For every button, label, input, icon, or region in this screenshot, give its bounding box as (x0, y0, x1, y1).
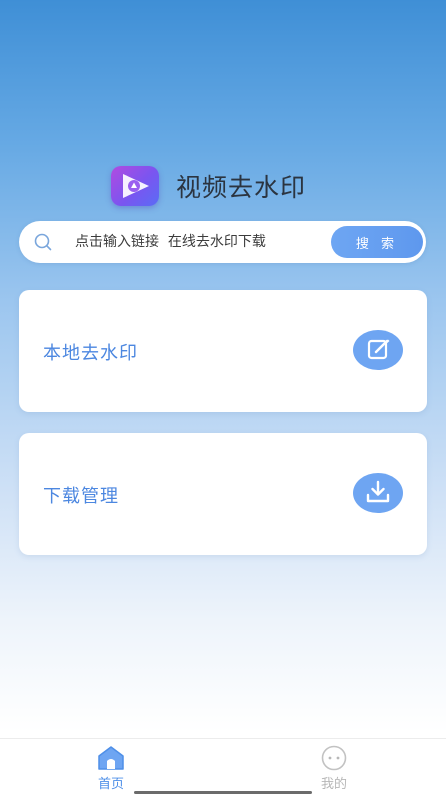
local-watermark-card[interactable]: 本地去水印 (19, 290, 427, 412)
local-watermark-label: 本地去水印 (43, 343, 138, 364)
app-header: 视频去水印 (0, 164, 446, 208)
search-bar: 搜 索 (19, 221, 426, 263)
home-indicator (134, 791, 312, 794)
edit-icon[interactable] (353, 330, 403, 370)
search-icon (33, 232, 53, 256)
download-icon[interactable] (353, 473, 403, 513)
app-title: 视频去水印 (176, 173, 307, 202)
download-manager-label: 下载管理 (43, 486, 119, 507)
download-manager-card[interactable]: 下载管理 (19, 433, 427, 555)
tab-home[interactable]: 首页 (81, 745, 141, 795)
video-play-logo-icon (111, 166, 159, 206)
home-icon (98, 746, 124, 770)
tab-home-label: 首页 (97, 777, 124, 792)
search-button[interactable]: 搜 索 (331, 226, 423, 258)
bottom-tab-bar: 首页 我的 (0, 738, 446, 797)
face-icon (321, 745, 347, 771)
search-input[interactable] (75, 221, 325, 263)
tab-me[interactable]: 我的 (304, 745, 364, 795)
tab-me-label: 我的 (320, 777, 347, 792)
